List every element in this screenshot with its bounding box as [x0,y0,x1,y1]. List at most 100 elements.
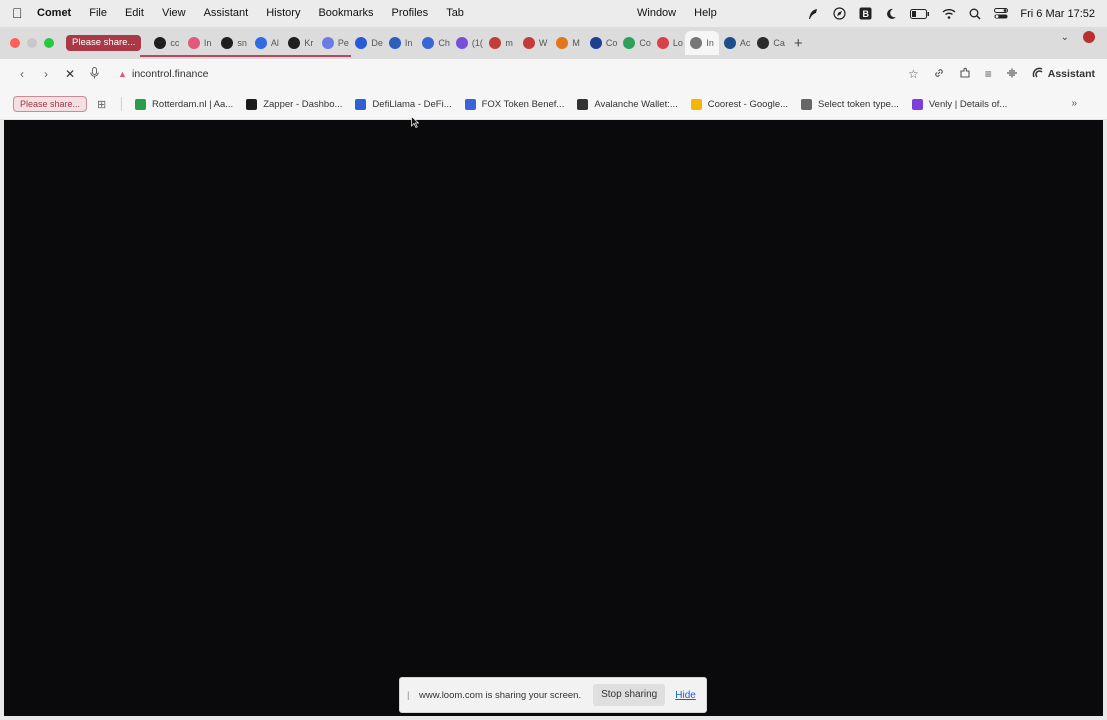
browser-tab[interactable]: Lo [652,31,686,55]
menu-app-name[interactable]: Comet [28,0,80,27]
assistant-label: Assistant [1047,68,1095,80]
assistant-button[interactable]: Assistant [1032,67,1095,82]
bookmark-label: Venly | Details of... [928,98,1008,110]
chevron-down-icon[interactable]: ⌄ [1061,32,1069,43]
github-icon [221,37,234,49]
bookmark-item[interactable]: Coorest - Google... [690,98,789,110]
bookmark-item[interactable]: Venly | Details of... [911,98,1008,110]
stop-sharing-button[interactable]: Stop sharing [593,684,666,706]
browser-tab[interactable]: In [384,31,418,55]
browser-tab[interactable]: Co [618,31,652,55]
menu-bookmarks[interactable]: Bookmarks [309,0,382,27]
close-window-button[interactable] [10,38,20,48]
browser-tab[interactable]: (1( [451,31,485,55]
menu-lines-icon[interactable]: ≡ [985,67,992,81]
bookmark-item[interactable]: Select token type... [801,98,899,110]
bookmark-label: Select token type... [818,98,899,110]
apps-grid-icon[interactable]: ⊞ [97,98,111,111]
browser-tab[interactable]: Ac [719,31,753,55]
bookmark-item[interactable]: DefiLlama - DeFi... [355,98,452,110]
back-button[interactable]: ‹ [10,67,34,81]
profile-avatar[interactable] [1083,31,1095,43]
tab-label: In [404,38,413,48]
mouse-cursor-icon [411,116,419,128]
browser-tab[interactable]: In [685,31,719,55]
browser-toolbar: ‹ › ✕ ▲ incontrol.finance ☆ ≡ Assistant [0,59,1107,89]
compass-icon[interactable] [832,7,846,21]
bookmark-item[interactable]: FOX Token Benef... [464,98,565,110]
hide-notice-link[interactable]: Hide [675,690,696,701]
forward-button[interactable]: › [34,67,58,81]
menu-assistant[interactable]: Assistant [195,0,258,27]
new-tab-button[interactable]: + [794,35,810,52]
menu-view[interactable]: View [153,0,195,27]
bookmark-label: FOX Token Benef... [481,98,565,110]
square-icon [757,37,770,49]
bookmark-item[interactable]: Avalanche Wallet:... [577,98,678,110]
menu-tab[interactable]: Tab [437,0,473,27]
bookmark-label: Avalanche Wallet:... [594,98,678,110]
browser-tab[interactable]: sn [216,31,250,55]
moon-icon[interactable] [884,7,898,21]
tab-label: Co [605,38,618,48]
browser-tab[interactable]: In [183,31,217,55]
bookmark-label: Zapper - Dashbo... [263,98,343,110]
browser-tab[interactable]: Co [585,31,619,55]
browser-tab[interactable]: Ca [752,31,786,55]
extensions-icon[interactable] [959,67,971,82]
bookmark-favicon-icon [690,98,702,110]
drag-handle-icon[interactable]: || [407,690,413,700]
zoom-window-button[interactable] [44,38,54,48]
svg-text:B: B [862,9,869,19]
browser-tab[interactable]: m [484,31,518,55]
browser-tab[interactable]: De [350,31,384,55]
browser-tab[interactable]: Al [250,31,284,55]
address-bar[interactable]: incontrol.finance [132,68,208,80]
bookmark-item[interactable]: Rotterdam.nl | Aa... [135,98,233,110]
tab-label: Ca [773,38,785,48]
tab-label: Al [270,38,279,48]
stop-loading-button[interactable]: ✕ [58,67,82,81]
menu-help[interactable]: Help [685,0,726,27]
menu-profiles[interactable]: Profiles [383,0,438,27]
clock[interactable]: Fri 6 Mar 17:52 [1020,8,1095,20]
bookmark-group-share-pill[interactable]: Please share... [13,96,88,112]
battery-icon[interactable] [910,7,930,21]
browser-tab[interactable]: W [518,31,552,55]
bookmark-favicon-icon [911,98,923,110]
apple-icon[interactable]:  [12,0,28,27]
tab-group-share-pill[interactable]: Please share... [66,35,142,51]
bookmark-item[interactable]: Zapper - Dashbo... [246,98,343,110]
browser-tab[interactable]: Kr [283,31,317,55]
tab-group-underline [140,55,351,57]
browser-tab[interactable]: cc [149,31,183,55]
search-icon[interactable] [968,7,982,21]
page-content[interactable] [4,120,1103,716]
link-icon[interactable] [933,67,945,82]
more-bookmarks-icon[interactable]: » [1071,98,1077,109]
control-center-icon[interactable] [994,7,1009,21]
menu-window[interactable]: Window [628,0,685,27]
browser-tab[interactable]: Ch [417,31,451,55]
tab-label: De [371,38,383,48]
menu-file[interactable]: File [80,0,116,27]
menu-edit[interactable]: Edit [116,0,153,27]
record-icon [656,37,669,49]
bookmark-favicon-icon [577,98,589,110]
b-app-icon[interactable]: B [858,7,872,21]
minimize-window-button[interactable] [27,38,37,48]
microphone-icon[interactable] [82,66,106,82]
tab-label: M [572,38,580,48]
bookmark-favicon-icon [355,98,367,110]
site-favicon: ▲ [118,69,127,79]
browser-tab[interactable]: M [551,31,585,55]
waveform-icon[interactable] [1006,67,1018,82]
feather-icon[interactable] [806,7,820,21]
browser-tab[interactable]: Pe [317,31,351,55]
wifi-icon[interactable] [942,7,956,21]
bookmark-label: Coorest - Google... [707,98,789,110]
menu-bar:  Comet File Edit View Assistant History… [0,0,1107,27]
tab-label: In [706,38,714,48]
menu-history[interactable]: History [257,0,309,27]
star-icon[interactable]: ☆ [908,67,919,81]
